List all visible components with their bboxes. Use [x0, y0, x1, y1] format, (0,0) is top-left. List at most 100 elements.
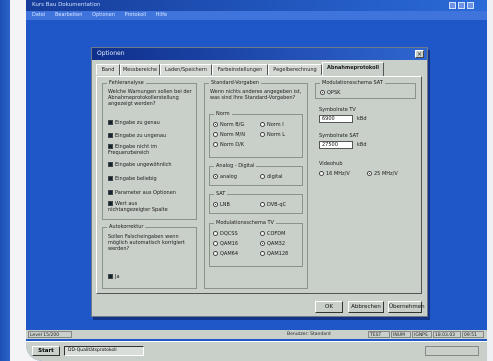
- radio-norm-i[interactable]: Norm I: [260, 122, 284, 128]
- close-icon[interactable]: [467, 2, 474, 9]
- radio-label: Norm I: [267, 122, 284, 128]
- radio-qpsk[interactable]: QPSK: [320, 90, 340, 96]
- radio-icon[interactable]: [213, 251, 218, 256]
- minimize-icon[interactable]: [449, 2, 456, 9]
- radio-qam16[interactable]: QAM16: [213, 241, 238, 247]
- radio-icon[interactable]: [367, 171, 372, 176]
- radio-norm-dk[interactable]: Norm D/K: [213, 142, 244, 148]
- radio-dvb-qc[interactable]: DVB-qC: [260, 202, 286, 208]
- tab-band[interactable]: Band: [96, 64, 120, 75]
- tab-messbereiche[interactable]: Messbereiche: [120, 64, 160, 75]
- symbolrate-sat-input[interactable]: 27500: [319, 141, 353, 149]
- radio-icon[interactable]: [260, 202, 265, 207]
- radio-analog[interactable]: analog: [213, 174, 237, 180]
- radio-25mhz[interactable]: 25 MHz/V: [367, 171, 398, 177]
- radio-lnb[interactable]: LNB: [213, 202, 230, 208]
- radio-digital[interactable]: digital: [260, 174, 283, 180]
- checkbox-icon[interactable]: [108, 201, 113, 206]
- check-autokorrektur-ja[interactable]: Ja: [108, 274, 120, 280]
- tab-abnahmeprotokoll[interactable]: Abnahmeprotokoll: [322, 62, 384, 76]
- check-label: Ja: [115, 274, 120, 280]
- tab-pegelberechnung[interactable]: Pegelberechnung: [268, 64, 322, 75]
- maximize-icon[interactable]: [458, 2, 465, 9]
- check-parameter-aus-optionen[interactable]: Parameter aus Optionen: [108, 190, 176, 196]
- group-norm: Norm Norm B/G Norm I Norm M/N Norm L Nor…: [209, 111, 303, 158]
- check-label: Eingabe ungewöhnlich: [115, 162, 172, 168]
- menu-hilfe[interactable]: Hilfe: [156, 12, 167, 18]
- radio-icon[interactable]: [260, 251, 265, 256]
- radio-icon[interactable]: [213, 142, 218, 147]
- radio-icon[interactable]: [260, 122, 265, 127]
- check-label: Eingabe beliebig: [115, 176, 157, 182]
- checkbox-icon[interactable]: [108, 176, 113, 181]
- cancel-button[interactable]: Abbrechen: [348, 301, 384, 313]
- group-title: Fehleranalyse: [107, 80, 146, 87]
- radio-icon[interactable]: [213, 122, 218, 127]
- checkbox-icon[interactable]: [108, 144, 113, 149]
- group-analog-digital: Analog - Digital analog digital: [209, 163, 303, 186]
- dialog-close-button[interactable]: ×: [415, 50, 424, 58]
- radio-label: Norm L: [267, 132, 286, 138]
- radio-icon[interactable]: [319, 171, 324, 176]
- check-eingabe-zu-ungenau[interactable]: Eingabe zu ungenau: [108, 133, 166, 139]
- radio-icon[interactable]: [213, 132, 218, 137]
- radio-16mhz[interactable]: 16 MHz/V: [319, 171, 350, 177]
- tab-farbeinstellungen[interactable]: Farbeinstellungen: [212, 64, 268, 75]
- radio-icon[interactable]: [213, 174, 218, 179]
- check-label: Wert aus nichtangezeigter Spalte: [108, 201, 168, 213]
- radio-norm-bg[interactable]: Norm B/G: [213, 122, 244, 128]
- radio-icon[interactable]: [260, 241, 265, 246]
- radio-cofdm[interactable]: COFDM: [260, 231, 285, 237]
- system-tray: [425, 346, 479, 356]
- radio-icon[interactable]: [320, 90, 325, 95]
- radio-qam32[interactable]: QAM32: [260, 241, 285, 247]
- radio-label: Norm M/N: [220, 132, 245, 138]
- radio-icon[interactable]: [260, 132, 265, 137]
- symbolrate-tv-label: Symbolrate TV: [319, 107, 356, 113]
- menu-datei[interactable]: Datei: [32, 12, 45, 18]
- group-title: Norm: [214, 111, 232, 118]
- check-eingabe-beliebig[interactable]: Eingabe beliebig: [108, 176, 157, 182]
- menu-bearbeiten[interactable]: Bearbeiten: [55, 12, 82, 18]
- radio-label: QPSK: [327, 90, 341, 96]
- checkbox-icon[interactable]: [108, 120, 113, 125]
- radio-icon[interactable]: [213, 241, 218, 246]
- checkbox-icon[interactable]: [108, 133, 113, 138]
- menu-optionen[interactable]: Optionen: [92, 12, 115, 18]
- radio-icon[interactable]: [213, 202, 218, 207]
- tab-laden-speichern[interactable]: Laden/Speichern: [160, 64, 212, 75]
- start-button[interactable]: Start: [32, 346, 60, 356]
- radio-label: QAM16: [220, 241, 239, 247]
- status-ignps: IGNPS: [412, 331, 432, 338]
- checkbox-icon[interactable]: [108, 274, 113, 279]
- radio-dqcss[interactable]: DQCSS: [213, 231, 238, 237]
- check-eingabe-ungewoehnlich[interactable]: Eingabe ungewöhnlich: [108, 162, 172, 168]
- taskbar: Start DD-Qualitätsprotokoll: [26, 341, 487, 361]
- apply-button[interactable]: Übernehmen: [388, 301, 425, 313]
- radio-qam128[interactable]: QAM128: [260, 251, 288, 257]
- radio-icon[interactable]: [260, 231, 265, 236]
- radio-norm-l[interactable]: Norm L: [260, 132, 285, 138]
- radio-norm-mn[interactable]: Norm M/N: [213, 132, 245, 138]
- fehleranalyse-question: Welche Warnungen sollen bei der Abnahmep…: [108, 89, 192, 107]
- check-wert-aus-nichtangezeigter-spalte[interactable]: Wert aus nichtangezeigter Spalte: [108, 201, 178, 213]
- group-title: Modulationsschema TV: [214, 220, 276, 227]
- menu-protokoll[interactable]: Protokoll: [125, 12, 147, 18]
- group-title: Modulationsschema SAT: [320, 80, 385, 87]
- ok-button[interactable]: OK: [315, 301, 343, 313]
- app-titlebar: Kurs Bau Dokumentation: [26, 0, 487, 11]
- symbolrate-tv-input[interactable]: 6900: [319, 115, 353, 123]
- check-eingabe-nicht-im-frequenzbereich[interactable]: Eingabe nicht im Frequenzbereich: [108, 144, 178, 156]
- check-label: Eingabe nicht im Frequenzbereich: [108, 144, 158, 156]
- taskbar-item[interactable]: DD-Qualitätsprotokoll: [64, 346, 144, 356]
- checkbox-icon[interactable]: [108, 162, 113, 167]
- radio-icon[interactable]: [260, 174, 265, 179]
- standardvorgaben-text: Wenn nichts anderes angegeben ist, was s…: [210, 89, 302, 101]
- dialog-titlebar: Optionen ×: [92, 48, 427, 60]
- radio-qam64[interactable]: QAM64: [213, 251, 238, 257]
- radio-icon[interactable]: [213, 231, 218, 236]
- check-label: Eingabe zu genau: [115, 120, 160, 126]
- check-eingabe-zu-genau[interactable]: Eingabe zu genau: [108, 120, 160, 126]
- check-label: Eingabe zu ungenau: [115, 133, 167, 139]
- checkbox-icon[interactable]: [108, 190, 113, 195]
